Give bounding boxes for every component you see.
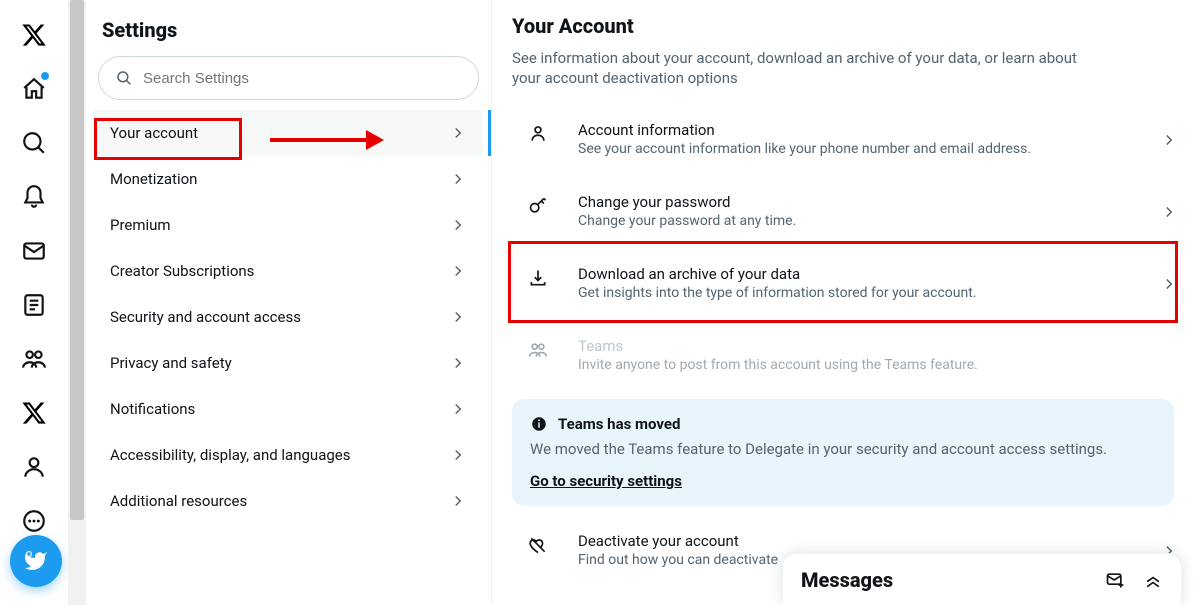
nav-lists[interactable] [9,280,59,330]
expand-up-icon[interactable] [1143,570,1163,590]
settings-item-accessibility-display-and-languages[interactable]: Accessibility, display, and languages [94,432,483,478]
password-icon [528,196,548,216]
settings-item-label: Notifications [110,400,195,418]
account-item-title: Change your password [578,193,1140,211]
compose-button[interactable] [10,535,62,587]
nav-notifications[interactable] [9,172,59,222]
chevron-right-icon [449,124,467,142]
settings-column: Settings Your account Monetization Premium… [86,0,492,605]
account-item-subtitle: Invite anyone to post from this account … [578,357,1178,373]
notification-dot-icon [41,72,49,80]
new-message-icon[interactable] [1105,570,1125,590]
account-item-title: Account information [578,121,1140,139]
notice-body: We moved the Teams feature to Delegate i… [530,439,1156,459]
chevron-right-icon [449,446,467,464]
chevron-right-icon [449,400,467,418]
chevron-right-icon [449,354,467,372]
scrollbar[interactable] [68,0,86,605]
account-item-subtitle: Change your password at any time. [578,213,1140,229]
archive-icon [528,268,548,288]
notice-title: Teams has moved [558,415,680,433]
search-icon [115,69,133,87]
chevron-right-icon [449,308,467,326]
chevron-right-icon [449,262,467,280]
account-item-archive[interactable]: Download an archive of your data Get insi… [512,247,1200,319]
settings-item-your-account[interactable]: Your account [94,110,483,156]
account-item-info[interactable]: Account information See your account info… [512,103,1200,175]
scrollbar-thumb[interactable] [70,0,84,520]
deactivate-icon [528,535,548,555]
account-description: See information about your account, down… [512,48,1102,103]
settings-item-security-and-account-access[interactable]: Security and account access [94,294,483,340]
chevron-right-icon [449,216,467,234]
nav-messages[interactable] [9,226,59,276]
teams-icon [528,340,548,360]
settings-item-label: Additional resources [110,492,247,510]
settings-item-notifications[interactable]: Notifications [94,386,483,432]
chevron-right-icon [1160,131,1178,149]
chevron-right-icon [449,492,467,510]
nav-communities[interactable] [9,334,59,384]
account-detail-column: Your Account See information about your … [492,0,1200,605]
settings-item-label: Monetization [110,170,197,188]
left-nav [0,0,68,605]
info-icon [528,124,548,144]
teams-moved-notice: Teams has moved We moved the Teams featur… [512,399,1174,506]
messages-dock[interactable]: Messages [782,553,1182,605]
account-item-title: Deactivate your account [578,532,1140,550]
settings-item-label: Privacy and safety [110,354,232,372]
account-item-password[interactable]: Change your password Change your password… [512,175,1200,247]
chevron-right-icon [1160,275,1178,293]
account-item-title: Teams [578,337,1178,355]
settings-item-label: Creator Subscriptions [110,262,254,280]
settings-item-additional-resources[interactable]: Additional resources [94,478,483,524]
account-item-title: Download an archive of your data [578,265,1140,283]
nav-premium[interactable] [9,388,59,438]
nav-profile[interactable] [9,442,59,492]
nav-explore[interactable] [9,118,59,168]
search-settings[interactable] [98,56,479,100]
settings-item-monetization[interactable]: Monetization [94,156,483,202]
settings-item-label: Accessibility, display, and languages [110,446,350,464]
search-input[interactable] [143,70,462,87]
settings-item-label: Premium [110,216,171,234]
settings-item-premium[interactable]: Premium [94,202,483,248]
account-item-teams: Teams Invite anyone to post from this acc… [512,319,1200,391]
settings-heading: Settings [94,12,483,56]
messages-title: Messages [801,568,893,592]
nav-home[interactable] [9,64,59,114]
settings-item-label: Security and account access [110,308,301,326]
chevron-right-icon [449,170,467,188]
chevron-right-icon [1160,203,1178,221]
settings-item-label: Your account [110,124,198,142]
info-icon [530,415,548,433]
account-item-subtitle: See your account information like your p… [578,141,1140,157]
notice-link[interactable]: Go to security settings [530,472,682,490]
x-logo[interactable] [9,10,59,60]
settings-item-creator-subscriptions[interactable]: Creator Subscriptions [94,248,483,294]
account-item-subtitle: Get insights into the type of informatio… [578,285,1140,301]
account-title: Your Account [512,14,1200,48]
settings-item-privacy-and-safety[interactable]: Privacy and safety [94,340,483,386]
